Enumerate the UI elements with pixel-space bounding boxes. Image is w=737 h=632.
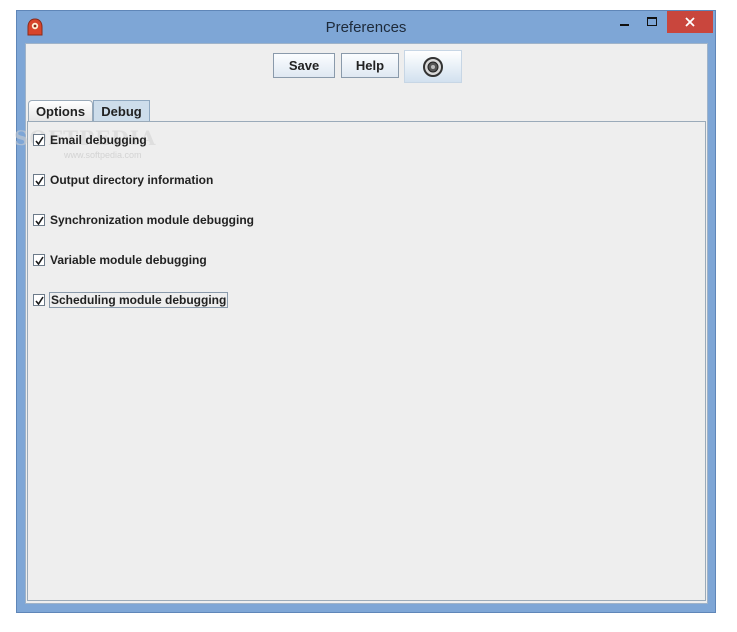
help-button[interactable]: Help — [341, 53, 399, 78]
checkbox-email-debugging[interactable] — [33, 134, 45, 146]
checkmark-icon — [34, 256, 44, 265]
tab-options[interactable]: Options — [28, 100, 93, 122]
label-synchronization-module-debugging: Synchronization module debugging — [50, 213, 254, 227]
option-variable-module-debugging[interactable]: Variable module debugging — [33, 251, 208, 269]
save-button[interactable]: Save — [273, 53, 335, 78]
preferences-window: Preferences Save Help Options Debug SOFT… — [14, 10, 716, 613]
label-variable-module-debugging: Variable module debugging — [50, 253, 207, 267]
checkmark-icon — [34, 216, 44, 225]
label-scheduling-module-debugging: Scheduling module debugging — [49, 292, 229, 308]
close-button[interactable] — [667, 11, 713, 33]
target-dial-icon — [423, 56, 443, 77]
debug-tab-panel: SOFTPEDIA www.softpedia.com Email debugg… — [14, 121, 706, 601]
watermark-url: www.softpedia.com — [64, 150, 142, 160]
checkbox-output-directory-information[interactable] — [33, 174, 45, 186]
option-synchronization-module-debugging[interactable]: Synchronization module debugging — [33, 211, 255, 229]
minimize-icon — [620, 24, 629, 26]
checkbox-synchronization-module-debugging[interactable] — [33, 214, 45, 226]
checkmark-icon — [34, 136, 44, 145]
maximize-button[interactable] — [640, 11, 664, 33]
close-icon — [685, 17, 695, 27]
tab-debug[interactable]: Debug — [93, 100, 150, 122]
label-email-debugging: Email debugging — [50, 133, 147, 147]
window-title: Preferences — [325, 19, 407, 36]
checkbox-scheduling-module-debugging[interactable] — [33, 294, 45, 306]
title-bar[interactable]: Preferences — [17, 11, 715, 43]
checkmark-icon — [34, 296, 44, 305]
maximize-icon — [647, 17, 657, 26]
option-scheduling-module-debugging[interactable]: Scheduling module debugging — [33, 291, 229, 309]
target-button[interactable] — [404, 50, 462, 83]
minimize-button[interactable] — [613, 11, 637, 33]
label-output-directory-information: Output directory information — [50, 173, 214, 187]
option-output-directory-information[interactable]: Output directory information — [33, 171, 214, 189]
checkbox-variable-module-debugging[interactable] — [33, 254, 45, 266]
preferences-content: Save Help Options Debug SOFTPEDIA www.so… — [14, 43, 708, 604]
option-email-debugging[interactable]: Email debugging — [33, 131, 148, 149]
checkmark-icon — [34, 176, 44, 185]
